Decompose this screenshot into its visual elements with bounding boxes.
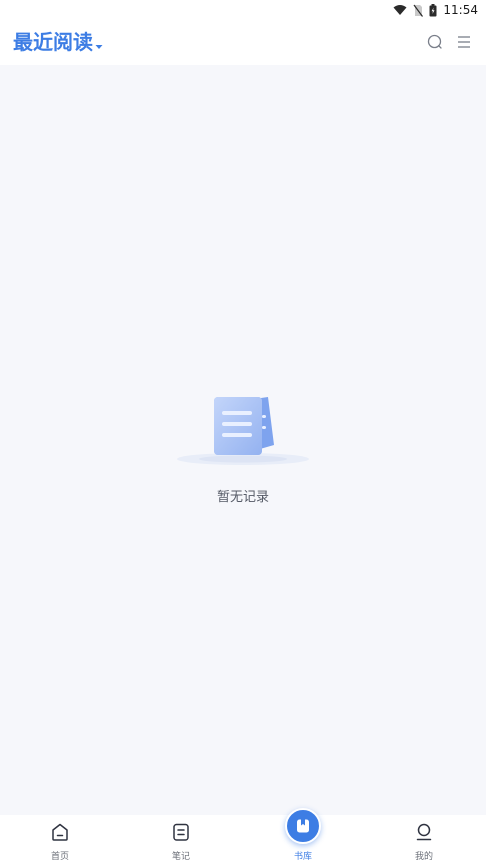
wifi-icon	[393, 4, 407, 16]
status-time: 11:54	[443, 3, 478, 17]
battery-charging-icon	[429, 3, 437, 17]
chevron-down-icon	[95, 35, 103, 54]
bottom-tab-bar: 首页 笔记 书库 我的	[0, 808, 486, 864]
title-dropdown[interactable]: 最近阅读	[13, 28, 103, 56]
tab-label-notes: 笔记	[171, 852, 190, 862]
no-sim-icon	[413, 4, 424, 17]
bookshelf-icon	[285, 808, 321, 844]
tab-home[interactable]: 首页	[20, 815, 100, 864]
tab-label-home: 首页	[50, 852, 69, 862]
tab-library[interactable]: 书库	[263, 808, 343, 864]
home-icon	[50, 822, 70, 846]
empty-message: 暂无记录	[216, 490, 269, 505]
app-header: 最近阅读	[0, 20, 486, 65]
tab-label-mine: 我的	[414, 852, 433, 862]
empty-state: 暂无记录	[0, 385, 486, 515]
status-bar: 11:54	[0, 0, 486, 20]
search-icon[interactable]	[427, 34, 443, 54]
tab-label-library: 书库	[293, 852, 312, 862]
document-stack-illustration	[176, 385, 310, 469]
profile-icon	[414, 822, 434, 846]
page-title: 最近阅读	[13, 30, 93, 54]
tab-notes[interactable]: 笔记	[141, 815, 221, 864]
menu-icon[interactable]	[457, 34, 471, 54]
notes-icon	[171, 822, 191, 846]
tab-mine[interactable]: 我的	[384, 815, 464, 864]
